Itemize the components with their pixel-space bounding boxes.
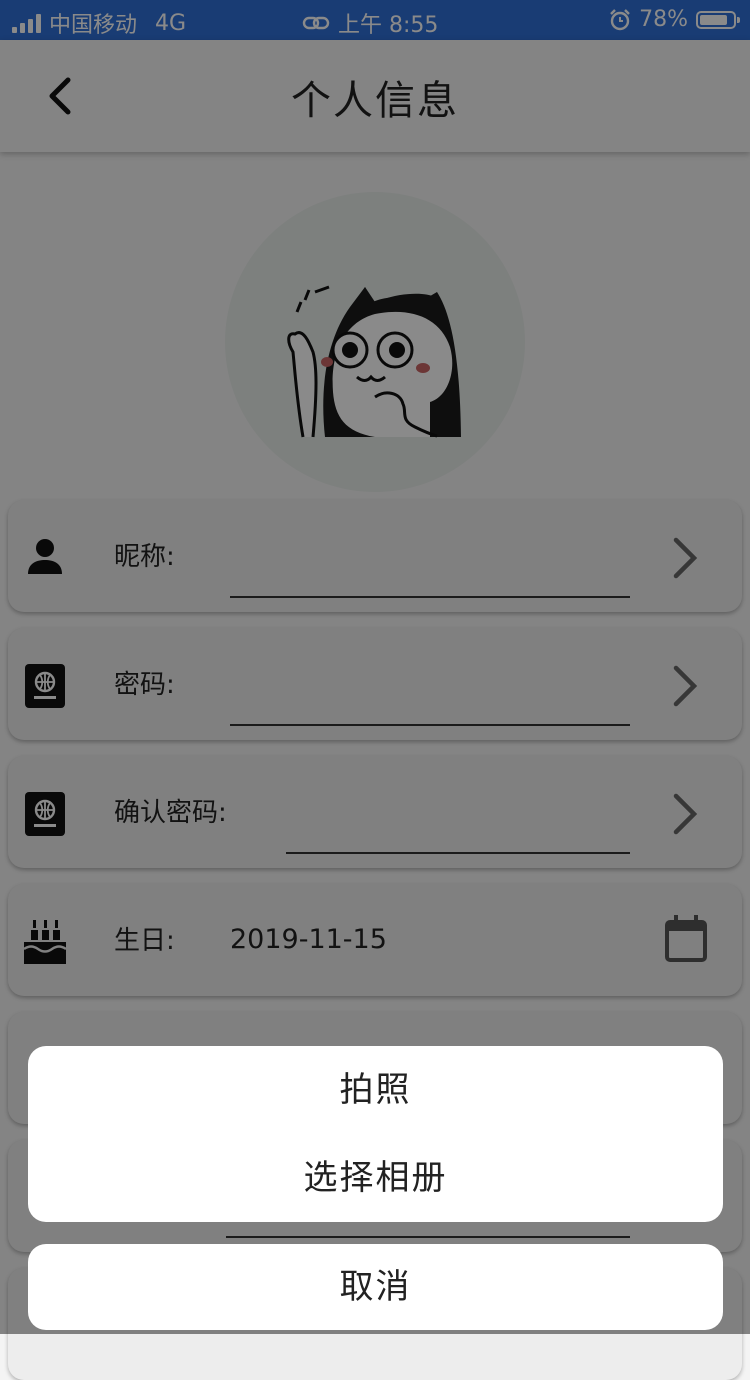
choose-album-option[interactable]: 选择相册: [28, 1134, 723, 1222]
action-sheet: 拍照 选择相册: [28, 1046, 723, 1222]
cancel-button[interactable]: 取消: [28, 1244, 723, 1330]
take-photo-option[interactable]: 拍照: [28, 1046, 723, 1134]
